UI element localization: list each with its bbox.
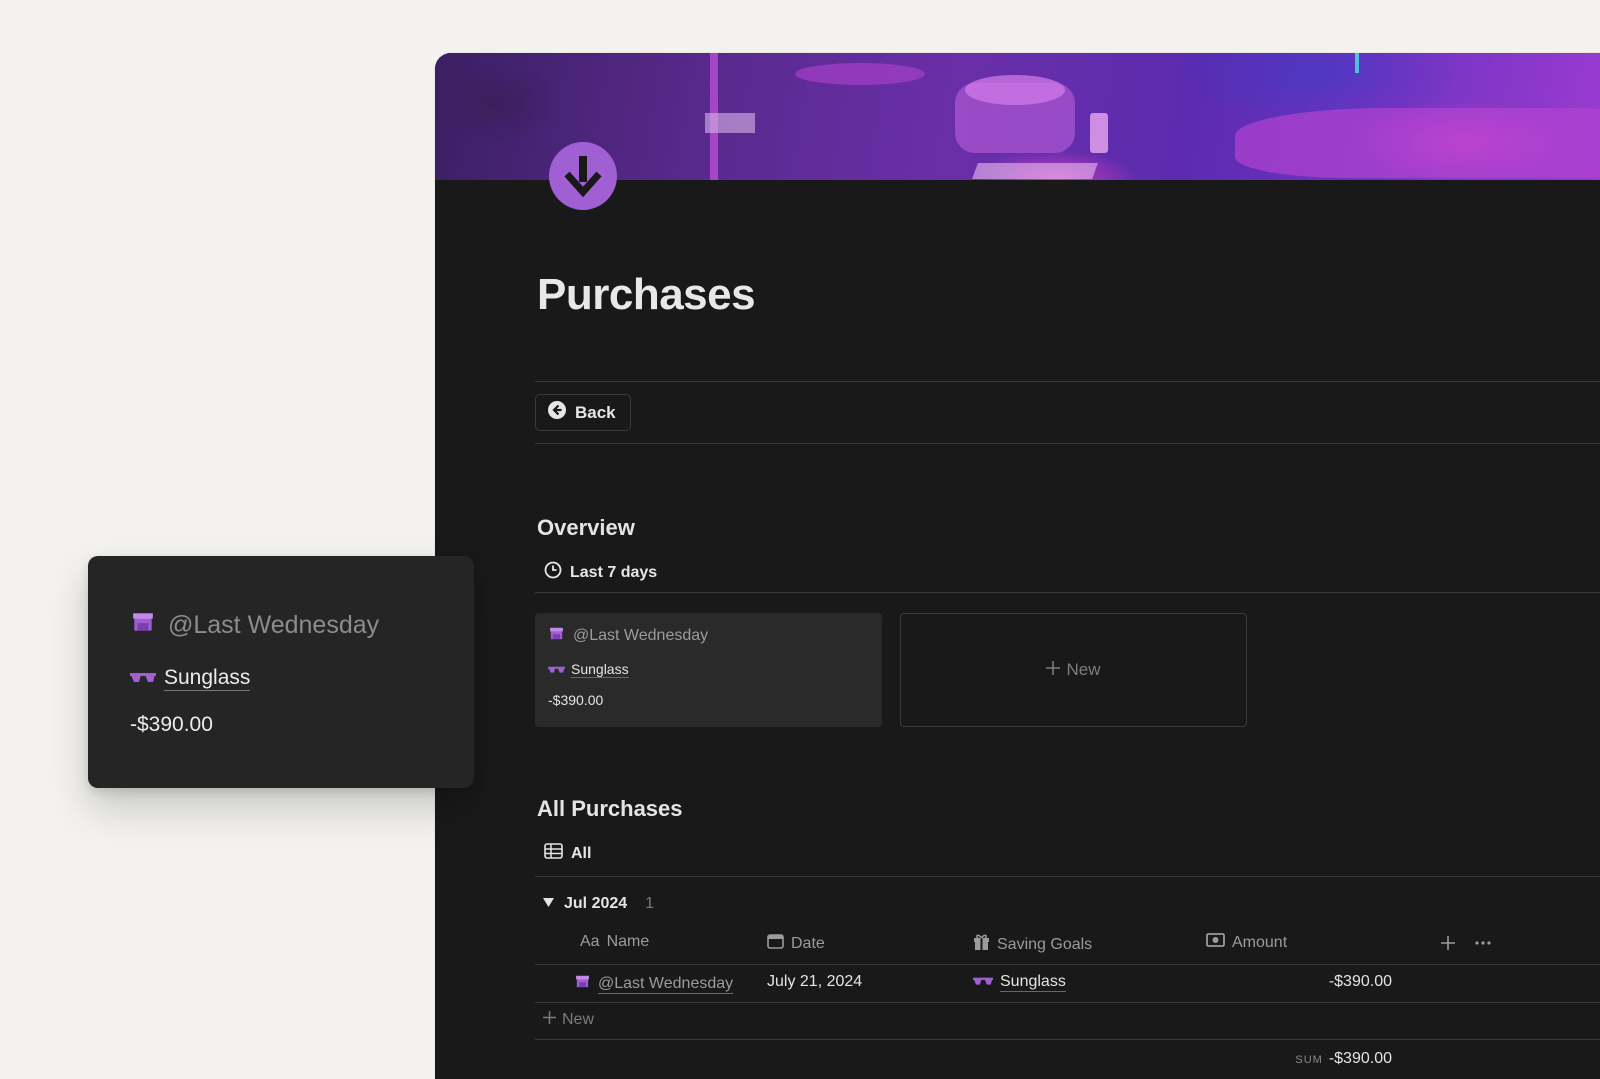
preview-goal[interactable]: Sunglass <box>130 666 432 691</box>
add-property-icon[interactable] <box>1441 934 1455 956</box>
back-button-label: Back <box>575 402 616 422</box>
column-header-name[interactable]: Aa Name <box>580 933 649 951</box>
amount-sum[interactable]: SUM -$390.00 <box>1295 1050 1392 1068</box>
table-header-actions <box>1441 934 1491 956</box>
row-date-cell[interactable]: July 21, 2024 <box>767 973 862 991</box>
divider <box>535 1002 1600 1003</box>
store-icon <box>130 609 156 642</box>
group-count: 1 <box>645 895 655 912</box>
row-amount-cell[interactable]: -$390.00 <box>1329 973 1392 991</box>
card-title: @Last Wednesday <box>548 625 869 647</box>
divider <box>535 1039 1600 1040</box>
arrow-left-circle-icon <box>548 401 566 424</box>
more-options-icon[interactable] <box>1475 934 1491 956</box>
new-card-button[interactable]: New <box>900 613 1247 727</box>
divider <box>535 876 1600 877</box>
new-row-label: New <box>562 1011 595 1028</box>
sunglasses-icon <box>548 662 565 678</box>
plus-icon <box>543 1011 556 1029</box>
row-goal-cell[interactable]: Sunglass <box>973 973 1066 992</box>
column-header-label: Amount <box>1232 933 1288 951</box>
sum-value: -$390.00 <box>1328 1050 1392 1067</box>
text-type-icon: Aa <box>580 933 600 950</box>
divider <box>535 381 1600 382</box>
preview-title-text: @Last Wednesday <box>168 611 380 639</box>
new-row-button[interactable]: New <box>543 1011 594 1029</box>
all-purchases-heading: All Purchases <box>537 796 683 821</box>
hover-preview-card: @Last Wednesday Sunglass -$390.00 <box>88 556 474 788</box>
sum-label: SUM <box>1295 1054 1323 1066</box>
preview-goal-text[interactable]: Sunglass <box>164 666 251 691</box>
table-icon <box>544 843 563 864</box>
page-title: Purchases <box>537 270 756 319</box>
preview-title: @Last Wednesday <box>130 609 432 642</box>
new-card-label: New <box>1066 660 1101 679</box>
column-header-saving-goals[interactable]: Saving Goals <box>973 933 1092 956</box>
group-label: Jul 2024 <box>564 895 628 912</box>
group-header-jul-2024[interactable]: Jul 2024 1 <box>543 895 654 913</box>
calendar-icon <box>767 933 784 954</box>
store-icon <box>548 625 565 647</box>
column-header-amount[interactable]: Amount <box>1206 933 1287 952</box>
column-header-label: Name <box>606 933 650 950</box>
store-icon <box>574 973 591 995</box>
preview-amount: -$390.00 <box>130 713 213 736</box>
gift-icon <box>973 933 990 956</box>
row-name-cell[interactable]: @Last Wednesday <box>574 973 734 995</box>
sunglasses-icon <box>130 667 156 691</box>
column-header-label: Date <box>791 934 825 952</box>
card-goal[interactable]: Sunglass <box>548 661 869 678</box>
card-goal-text[interactable]: Sunglass <box>571 661 629 678</box>
plus-icon <box>1046 660 1061 680</box>
card-amount: -$390.00 <box>548 692 604 708</box>
view-tab-label: All <box>571 844 592 862</box>
triangle-down-icon[interactable] <box>543 895 554 913</box>
sunglasses-icon <box>973 974 993 992</box>
back-button[interactable]: Back <box>535 394 631 431</box>
clock-icon <box>544 561 562 584</box>
view-tab-last-7-days[interactable]: Last 7 days <box>544 561 657 584</box>
banknote-icon <box>1206 933 1225 952</box>
view-tab-label: Last 7 days <box>570 563 658 581</box>
purchase-card[interactable]: @Last Wednesday Sunglass -$390.00 <box>535 613 882 727</box>
column-header-date[interactable]: Date <box>767 933 825 954</box>
overview-heading: Overview <box>537 515 635 540</box>
row-name-text[interactable]: @Last Wednesday <box>598 975 734 994</box>
card-title-text: @Last Wednesday <box>573 627 709 644</box>
divider <box>535 443 1600 444</box>
arrow-down-circle-icon[interactable] <box>549 142 617 210</box>
row-goal-text[interactable]: Sunglass <box>1000 973 1066 992</box>
divider <box>535 964 1600 965</box>
view-tab-all[interactable]: All <box>544 843 591 864</box>
divider <box>535 592 1600 593</box>
column-header-label: Saving Goals <box>997 935 1093 953</box>
